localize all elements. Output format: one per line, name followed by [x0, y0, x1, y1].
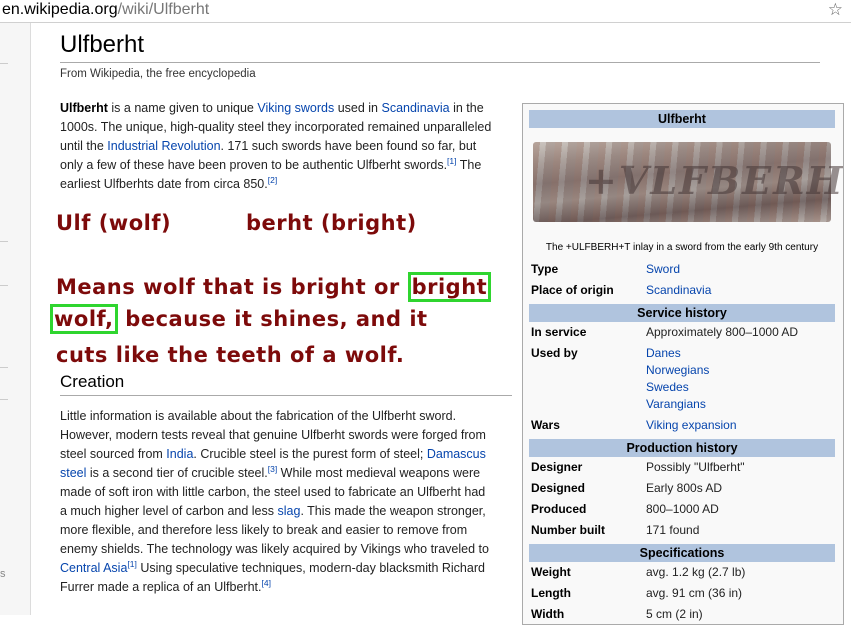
- link-viking-swords[interactable]: Viking swords: [257, 101, 334, 115]
- infobox-label: Width: [531, 607, 565, 621]
- link-damascus-steel[interactable]: steel: [60, 466, 86, 480]
- inlay-engraving: +VLFBERH+T: [585, 158, 844, 203]
- section-heading-creation: Creation: [60, 372, 125, 391]
- highlight-bright: bright: [407, 272, 492, 302]
- intro-line: Ulfberht is a name given to unique Vikin…: [60, 101, 484, 115]
- image-caption: The +ULFBERH+T inlay in a sword from the…: [545, 242, 819, 253]
- section-divider: [60, 395, 512, 396]
- intro-line: 1000s. The unique, high-quality steel th…: [60, 120, 492, 134]
- ref-link[interactable]: [1]: [447, 156, 456, 166]
- infobox-link-norwegians[interactable]: Norwegians: [646, 363, 709, 377]
- infobox-link-varangians[interactable]: Varangians: [646, 397, 706, 411]
- infobox-label: Number built: [531, 523, 605, 537]
- url-host: en.wikipedia.org: [2, 1, 118, 18]
- page-title: Ulfberht: [60, 31, 145, 58]
- sidebar-divider: [0, 399, 8, 400]
- infobox-value: avg. 91 cm (36 in): [646, 586, 743, 600]
- infobox-value: avg. 1.2 kg (2.7 lb): [646, 565, 746, 579]
- infobox-link-swedes[interactable]: Swedes: [646, 380, 689, 394]
- annotation-berht: berht (bright): [246, 211, 417, 235]
- intro-line: only a few of these have been proven to …: [60, 155, 482, 172]
- infobox-link-type[interactable]: Sword: [646, 262, 680, 276]
- infobox-label: In service: [531, 325, 587, 339]
- infobox-title: Ulfberht: [529, 110, 835, 128]
- link-scandinavia[interactable]: Scandinavia: [381, 101, 449, 115]
- ref-link[interactable]: [2]: [268, 175, 277, 185]
- url-path: /wiki/Ulfberht: [117, 1, 210, 18]
- infobox-label: Wars: [531, 418, 560, 432]
- infobox-label: Produced: [531, 502, 587, 516]
- infobox-section-header: Specifications: [529, 544, 835, 562]
- infobox-value: Early 800s AD: [646, 481, 723, 495]
- intro-line: until the Industrial Revolution. 171 suc…: [60, 139, 477, 153]
- infobox-section-header: Production history: [529, 439, 835, 457]
- address-bar[interactable]: en.wikipedia.org/wiki/Ulfberht ☆: [0, 0, 851, 23]
- infobox-label: Used by: [531, 346, 578, 360]
- ref-link[interactable]: [1]: [127, 559, 136, 569]
- creation-paragraph: Little information is available about th…: [60, 409, 489, 594]
- title-divider: [60, 62, 820, 63]
- ref-link[interactable]: [4]: [261, 578, 270, 588]
- infobox-label: Designer: [531, 460, 583, 474]
- infobox-link-origin[interactable]: Scandinavia: [646, 283, 711, 297]
- infobox-link-viking-expansion[interactable]: Viking expansion: [646, 418, 737, 432]
- sidebar-divider: [0, 367, 8, 368]
- left-sidebar: s: [0, 23, 31, 615]
- bold-term: Ulfberht: [60, 101, 108, 115]
- tagline: From Wikipedia, the free encyclopedia: [60, 68, 256, 80]
- annotation-line-3: cuts like the teeth of a wolf.: [56, 343, 405, 367]
- infobox-value: Approximately 800–1000 AD: [646, 325, 799, 339]
- infobox-value: 171 found: [646, 523, 700, 537]
- sidebar-divider: [0, 285, 8, 286]
- link-slag[interactable]: slag: [278, 504, 301, 518]
- infobox-value: 5 cm (2 in): [646, 607, 703, 621]
- infobox-value: 800–1000 AD: [646, 502, 719, 516]
- intro-line: earliest Ulfberhts date from circa 850.[…: [60, 174, 278, 191]
- link-damascus-steel[interactable]: Damascus: [427, 447, 486, 461]
- infobox-label: Type: [531, 262, 559, 276]
- link-india[interactable]: India: [166, 447, 193, 461]
- infobox-label: Length: [531, 586, 571, 600]
- article-content: Ulfberht From Wikipedia, the free encycl…: [31, 23, 851, 625]
- infobox-label: Weight: [531, 565, 571, 579]
- sidebar-divider: [0, 241, 8, 242]
- annotation-line-1: Means wolf that is bright or bright: [56, 272, 492, 302]
- sword-inlay-image[interactable]: +VLFBERH+T: [533, 142, 843, 222]
- annotation-line-2: wolf, because it shines, and it: [50, 304, 428, 334]
- intro-paragraph: Ulfberht is a name given to unique Vikin…: [60, 99, 510, 194]
- infobox-section-header: Service history: [529, 304, 835, 322]
- infobox: Ulfberht +VLFBERH+T The +ULFBERH+T inlay…: [522, 103, 844, 625]
- infobox-value: Possibly "Ulfberht": [646, 460, 745, 474]
- ref-link[interactable]: [3]: [268, 464, 277, 474]
- highlight-wolf: wolf,: [50, 304, 118, 334]
- annotation-ulf: Ulf (wolf): [56, 211, 172, 235]
- infobox-link-danes[interactable]: Danes: [646, 346, 681, 360]
- infobox-label: Place of origin: [531, 283, 614, 297]
- sidebar-divider: [0, 63, 8, 64]
- link-industrial-revolution[interactable]: Industrial Revolution: [107, 139, 220, 153]
- infobox-label: Designed: [531, 481, 586, 495]
- url-text[interactable]: en.wikipedia.org/wiki/Ulfberht: [2, 0, 209, 20]
- link-central-asia[interactable]: Central Asia: [60, 561, 127, 575]
- star-icon[interactable]: ☆: [828, 0, 843, 20]
- sidebar-glyph: s: [0, 568, 6, 580]
